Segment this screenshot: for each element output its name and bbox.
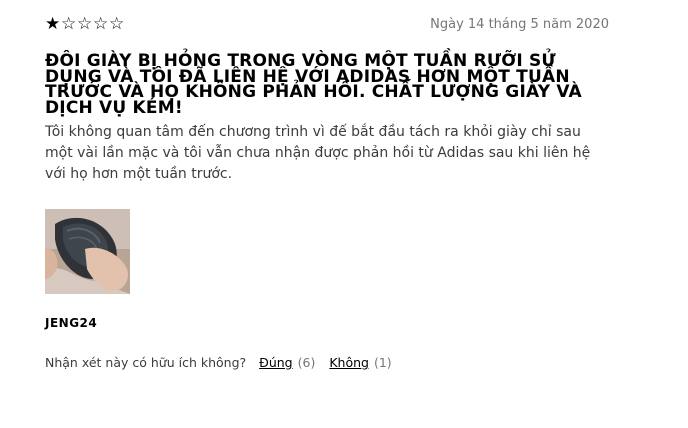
review-author: JENG24: [45, 316, 98, 330]
review-title: ĐÔI GIÀY BỊ HỎNG TRONG VÒNG MỘT TUẦN RƯỠ…: [45, 51, 582, 118]
review-header: ★ ☆ ☆ ☆ ☆ Ngày 14 tháng 5 năm 2020: [45, 13, 609, 34]
review-body: Tôi không quan tâm đến chương trình vì đ…: [45, 124, 591, 182]
helpful-votes: Nhận xét này có hữu ích không? Đúng (6) …: [45, 355, 605, 370]
star-empty-icon: ☆: [77, 13, 93, 34]
star-rating: ★ ☆ ☆ ☆ ☆: [45, 13, 125, 34]
helpful-yes-count: (6): [297, 355, 316, 370]
review-card: ★ ☆ ☆ ☆ ☆ Ngày 14 tháng 5 năm 2020 ĐÔI G…: [45, 13, 609, 370]
helpful-no-count: (1): [373, 355, 392, 370]
star-empty-icon: ☆: [109, 13, 125, 34]
helpful-question: Nhận xét này có hữu ích không?: [45, 355, 247, 370]
star-empty-icon: ☆: [93, 13, 109, 34]
helpful-yes-button[interactable]: Đúng: [259, 355, 292, 370]
star-filled-icon: ★: [45, 13, 61, 34]
review-photo[interactable]: [45, 209, 130, 294]
review-date: Ngày 14 tháng 5 năm 2020: [430, 16, 609, 32]
helpful-no-button[interactable]: Không: [329, 355, 369, 370]
star-empty-icon: ☆: [61, 13, 77, 34]
